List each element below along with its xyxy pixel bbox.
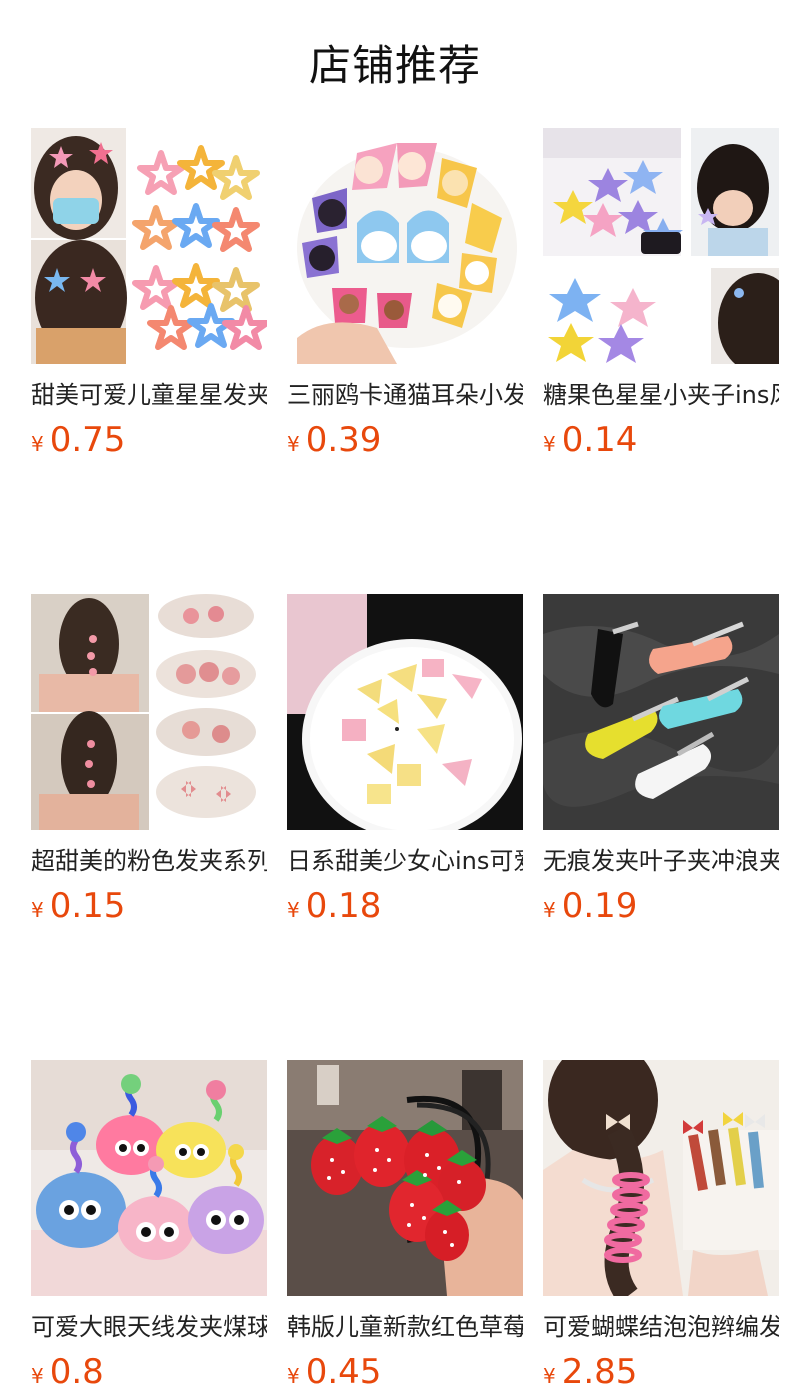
currency-symbol: ¥	[287, 898, 300, 922]
strawberry-hairtie-photo	[287, 1060, 523, 1296]
product-price: ¥0.75	[31, 418, 267, 462]
product-name[interactable]: 可爱蝴蝶结泡泡辫编发	[543, 1310, 779, 1344]
currency-symbol: ¥	[287, 1364, 300, 1388]
product-card[interactable]: 可爱蝴蝶结泡泡辫编发 ¥2.85	[543, 1060, 779, 1394]
product-grid: 甜美可爱儿童星星发夹 ¥0.75 三丽鸥卡通猫耳朵小发 ¥ 0.39 糖果色星星…	[31, 128, 779, 1394]
product-image[interactable]	[287, 1060, 523, 1296]
candy-star-clip-photo	[543, 128, 779, 364]
product-name[interactable]: 超甜美的粉色发夹系列	[31, 844, 267, 878]
price-value: 0.45	[305, 1352, 382, 1392]
product-image[interactable]	[31, 1060, 267, 1296]
product-card[interactable]: 糖果色星星小夹子ins风 ¥0.14	[543, 128, 779, 462]
currency-symbol: ¥	[287, 432, 300, 456]
price-value: 0.75	[49, 420, 126, 460]
product-image[interactable]	[543, 128, 779, 364]
product-name[interactable]: 可爱大眼天线发夹煤球	[31, 1310, 267, 1344]
product-card[interactable]: 无痕发夹叶子夹冲浪夹 ¥0.19	[543, 594, 779, 928]
product-card[interactable]: 三丽鸥卡通猫耳朵小发夹 ¥0.39	[287, 128, 523, 462]
currency-symbol: ¥	[31, 1364, 44, 1388]
price-value: 0.19	[561, 886, 638, 926]
sanrio-hairclip-photo	[287, 128, 523, 364]
product-price: ¥0.14	[543, 418, 779, 462]
fluffy-eye-clip-photo	[31, 1060, 267, 1296]
seamless-leaf-clip-photo	[543, 594, 779, 830]
cheese-clip-photo	[287, 594, 523, 830]
product-name[interactable]: 日系甜美少女心ins可爱	[287, 844, 523, 878]
product-card[interactable]: 甜美可爱儿童星星发夹 ¥0.75	[31, 128, 267, 462]
bow-braid-coil-photo	[543, 1060, 779, 1296]
price-value: 0.8	[49, 1352, 104, 1392]
product-price: ¥2.85	[543, 1350, 779, 1394]
price-value: 2.85	[561, 1352, 638, 1392]
currency-symbol: ¥	[543, 432, 556, 456]
product-name[interactable]: 甜美可爱儿童星星发夹	[31, 378, 267, 412]
product-image[interactable]	[543, 1060, 779, 1296]
product-name[interactable]: 三丽鸥卡通猫耳朵小发夹	[287, 378, 523, 412]
price-value: 0.14	[561, 420, 638, 460]
price-value: 0.15	[49, 886, 126, 926]
product-image[interactable]	[31, 128, 267, 364]
product-price: ¥0.19	[543, 884, 779, 928]
product-card[interactable]: 超甜美的粉色发夹系列 ¥0.15	[31, 594, 267, 928]
currency-symbol: ¥	[543, 898, 556, 922]
product-image[interactable]	[287, 128, 523, 364]
product-image[interactable]	[543, 594, 779, 830]
price-value: 0.18	[305, 886, 382, 926]
page-title: 店铺推荐	[308, 41, 481, 90]
product-card[interactable]: 韩版儿童新款红色草莓 ¥0.45	[287, 1060, 523, 1394]
product-image[interactable]	[31, 594, 267, 830]
product-card[interactable]: 日系甜美少女心ins可爱 ¥0.18	[287, 594, 523, 928]
product-price: ¥0.8	[31, 1350, 267, 1394]
pink-rose-clip-photo	[31, 594, 267, 830]
currency-symbol: ¥	[31, 432, 44, 456]
product-name[interactable]: 糖果色星星小夹子ins风	[543, 378, 779, 412]
product-price: ¥0.45	[287, 1350, 523, 1394]
product-card[interactable]: 可爱大眼天线发夹煤球 ¥0.8	[31, 1060, 267, 1394]
product-name[interactable]: 韩版儿童新款红色草莓	[287, 1310, 523, 1344]
product-price: ¥0.39	[287, 418, 523, 462]
product-price: ¥0.18	[287, 884, 523, 928]
product-price: ¥0.15	[31, 884, 267, 928]
price-value: 0.39	[305, 420, 382, 460]
currency-symbol: ¥	[543, 1364, 556, 1388]
star-hairclip-photo	[31, 128, 267, 364]
currency-symbol: ¥	[31, 898, 44, 922]
product-image[interactable]	[287, 594, 523, 830]
product-name[interactable]: 无痕发夹叶子夹冲浪夹	[543, 844, 779, 878]
